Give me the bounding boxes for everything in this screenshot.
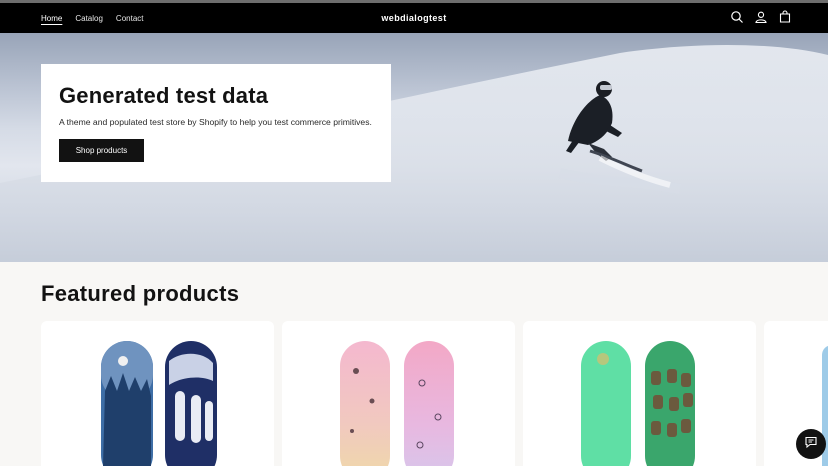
- hero-subtitle: A theme and populated test store by Shop…: [59, 117, 372, 127]
- chat-button[interactable]: [796, 429, 826, 459]
- search-icon[interactable]: [730, 10, 744, 24]
- chat-icon: [804, 435, 818, 454]
- shop-products-button[interactable]: Shop products: [59, 139, 144, 162]
- nav-home-link[interactable]: Home: [41, 14, 62, 23]
- hero-banner: Generated test data A theme and populate…: [0, 33, 828, 262]
- product-card[interactable]: [282, 321, 515, 466]
- hero-title: Generated test data: [59, 83, 269, 108]
- blue-forest-snowboard-image: [101, 341, 217, 466]
- site-header: Home Catalog Contact webdialogtest: [0, 3, 828, 33]
- cart-icon[interactable]: [778, 10, 792, 24]
- account-icon[interactable]: [754, 10, 768, 24]
- nav-catalog-link[interactable]: Catalog: [75, 14, 103, 23]
- product-card[interactable]: [523, 321, 756, 466]
- hero-text-card: Generated test data A theme and populate…: [41, 64, 391, 182]
- store-logo-text[interactable]: webdialogtest: [381, 13, 446, 23]
- product-grid: [41, 321, 828, 466]
- nav-contact-link[interactable]: Contact: [116, 14, 144, 23]
- green-characters-snowboard-image: [581, 341, 695, 466]
- header-icons: [730, 10, 792, 24]
- pink-pastel-snowboard-image: [340, 341, 454, 466]
- main-nav: Home Catalog Contact: [41, 3, 144, 33]
- product-card[interactable]: [41, 321, 274, 466]
- featured-products-heading: Featured products: [41, 281, 240, 306]
